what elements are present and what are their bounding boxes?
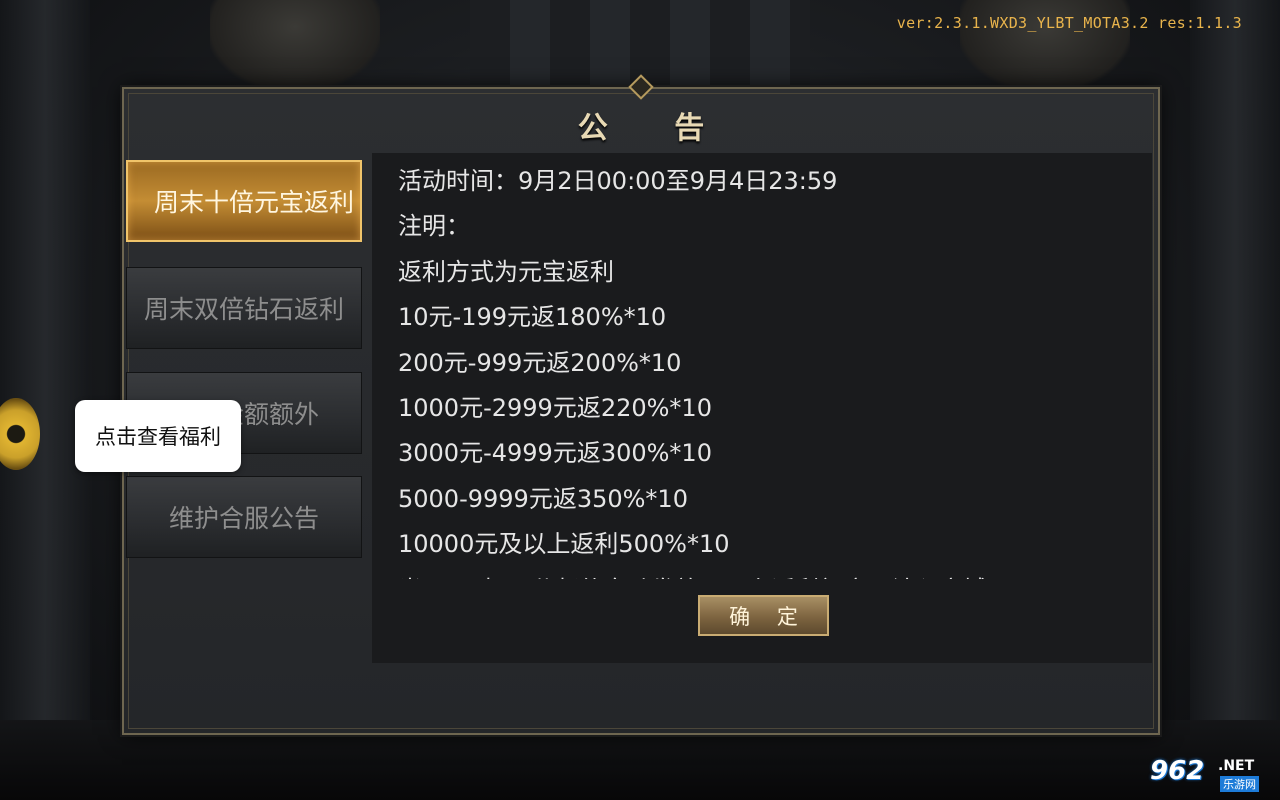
tooltip-text: 点击查看福利 [95, 425, 221, 449]
content-line: 5000-9999元返350%*10 [398, 484, 688, 513]
confirm-button[interactable]: 确 定 [698, 595, 829, 636]
content-line: 1000元-2999元返220%*10 [398, 393, 712, 422]
tab-label: 维护合服公告 [168, 504, 319, 533]
content-line: 200元-999元返200%*10 [398, 348, 682, 377]
watermark-sub: 乐游网 [1220, 776, 1259, 792]
dialog-title: 公 告 [577, 111, 733, 146]
dragon-statue-left [210, 0, 380, 90]
content-line: 返利方式为元宝返利 [398, 257, 614, 286]
content-line: 10000元及以上返利500%*10 [398, 530, 730, 559]
content-line: 活动时间：9月2日00:00至9月4日23:59 [398, 167, 838, 195]
background-pillar-right [1190, 0, 1280, 800]
version-text: ver:2.3.1.WXD3_YLBT_MOTA3.2 res:1.1.3 [896, 14, 1242, 32]
watermark-number: 962 [1150, 756, 1205, 786]
content-line: 当日23点59分邮件自动发放，以上返利额度只计入商城 [398, 568, 1138, 579]
content-line: 注明： [398, 212, 470, 241]
welfare-tooltip[interactable]: 点击查看福利 [75, 400, 241, 472]
tab-weekend-ten-times-yuanbao[interactable]: 周末十倍元宝返利 [126, 160, 362, 242]
tab-maintenance-merge-notice[interactable]: 维护合服公告 [126, 476, 362, 558]
content-line: 3000元-4999元返300%*10 [398, 439, 712, 468]
announcement-text-scroll[interactable]: 活动时间：9月2日00:00至9月4日23:59 注明： 返利方式为元宝返利 1… [398, 159, 1138, 579]
tab-label: 周末十倍元宝返利 [153, 188, 354, 217]
tab-label: 周末双倍钻石返利 [143, 295, 344, 324]
tab-weekend-double-diamond[interactable]: 周末双倍钻石返利 [126, 267, 362, 349]
site-watermark-logo: 962 .NET 乐游网 [1146, 756, 1274, 796]
watermark-net: .NET [1218, 758, 1255, 774]
announcement-content-panel[interactable]: 活动时间：9月2日00:00至9月4日23:59 注明： 返利方式为元宝返利 1… [372, 153, 1152, 663]
content-line: 10元-199元返180%*10 [398, 303, 667, 332]
